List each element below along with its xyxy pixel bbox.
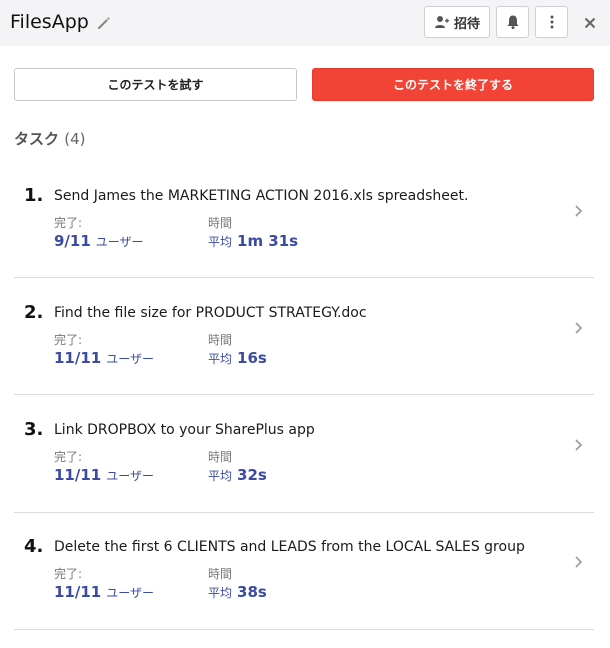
- users-unit: ユーザー: [106, 469, 154, 483]
- bell-icon: [507, 15, 518, 30]
- completed-label: 完了:: [54, 567, 83, 581]
- pencil-icon[interactable]: [96, 15, 112, 31]
- chevron-right-icon[interactable]: [572, 555, 584, 569]
- more-options-button[interactable]: [535, 6, 568, 38]
- avg-time: 16s: [237, 349, 267, 367]
- tasks-section-title: タスク (4): [14, 128, 86, 149]
- avg-prefix: 平均: [208, 586, 233, 600]
- time-label: 時間: [208, 450, 233, 464]
- time-label: 時間: [208, 216, 233, 230]
- task-title: Delete the first 6 CLIENTS and LEADS fro…: [54, 539, 525, 555]
- app-title: FilesApp: [10, 11, 89, 33]
- users-unit: ユーザー: [106, 586, 154, 600]
- completed-count: 11/11: [54, 466, 102, 484]
- more-vertical-icon: [550, 15, 553, 29]
- completed-value: 11/11 ユーザー: [54, 466, 154, 484]
- users-unit: ユーザー: [106, 352, 154, 366]
- try-test-button[interactable]: このテストを試す: [14, 68, 297, 101]
- chevron-right-icon[interactable]: [572, 438, 584, 452]
- task-number: 3.: [24, 419, 44, 440]
- completed-value: 11/11 ユーザー: [54, 349, 154, 367]
- completed-value: 9/11 ユーザー: [54, 232, 144, 250]
- avg-time-value: 平均 32s: [208, 466, 267, 484]
- task-item[interactable]: 3. Link DROPBOX to your SharePlus app 完了…: [14, 419, 594, 513]
- avg-time-value: 平均 16s: [208, 349, 267, 367]
- task-title: Find the file size for PRODUCT STRATEGY.…: [54, 305, 367, 321]
- users-unit: ユーザー: [95, 235, 144, 249]
- task-item[interactable]: 1. Send James the MARKETING ACTION 2016.…: [14, 185, 594, 278]
- avg-prefix: 平均: [208, 235, 233, 249]
- avg-time-value: 平均 1m 31s: [208, 232, 298, 250]
- time-label: 時間: [208, 567, 233, 581]
- task-number: 1.: [24, 185, 44, 206]
- end-test-button[interactable]: このテストを終了する: [312, 68, 594, 101]
- notifications-button[interactable]: [496, 6, 529, 38]
- task-number: 2.: [24, 302, 44, 323]
- completed-count: 11/11: [54, 583, 102, 601]
- invite-label: 招待: [453, 16, 480, 32]
- avg-time: 32s: [237, 466, 267, 484]
- completed-value: 11/11 ユーザー: [54, 583, 154, 601]
- chevron-right-icon[interactable]: [572, 204, 584, 218]
- avg-prefix: 平均: [208, 352, 233, 366]
- avg-prefix: 平均: [208, 469, 233, 483]
- task-title: Link DROPBOX to your SharePlus app: [54, 422, 315, 438]
- avg-time-value: 平均 38s: [208, 583, 267, 601]
- completed-count: 9/11: [54, 232, 91, 250]
- task-item[interactable]: 4. Delete the first 6 CLIENTS and LEADS …: [14, 536, 594, 630]
- completed-label: 完了:: [54, 333, 83, 347]
- completed-label: 完了:: [54, 450, 83, 464]
- task-item[interactable]: 2. Find the file size for PRODUCT STRATE…: [14, 302, 594, 395]
- tasks-title: タスク: [14, 130, 60, 148]
- task-number: 4.: [24, 536, 44, 557]
- avg-time: 38s: [237, 583, 267, 601]
- completed-label: 完了:: [54, 216, 83, 230]
- tasks-count: (4): [64, 130, 86, 148]
- completed-count: 11/11: [54, 349, 102, 367]
- add-user-icon: [434, 16, 449, 28]
- task-title: Send James the MARKETING ACTION 2016.xls…: [54, 188, 469, 204]
- invite-button[interactable]: 招待: [424, 6, 490, 38]
- app-header: FilesApp 招待: [0, 0, 610, 46]
- close-icon[interactable]: [581, 14, 599, 32]
- chevron-right-icon[interactable]: [572, 321, 584, 335]
- avg-time: 1m 31s: [237, 232, 299, 250]
- time-label: 時間: [208, 333, 233, 347]
